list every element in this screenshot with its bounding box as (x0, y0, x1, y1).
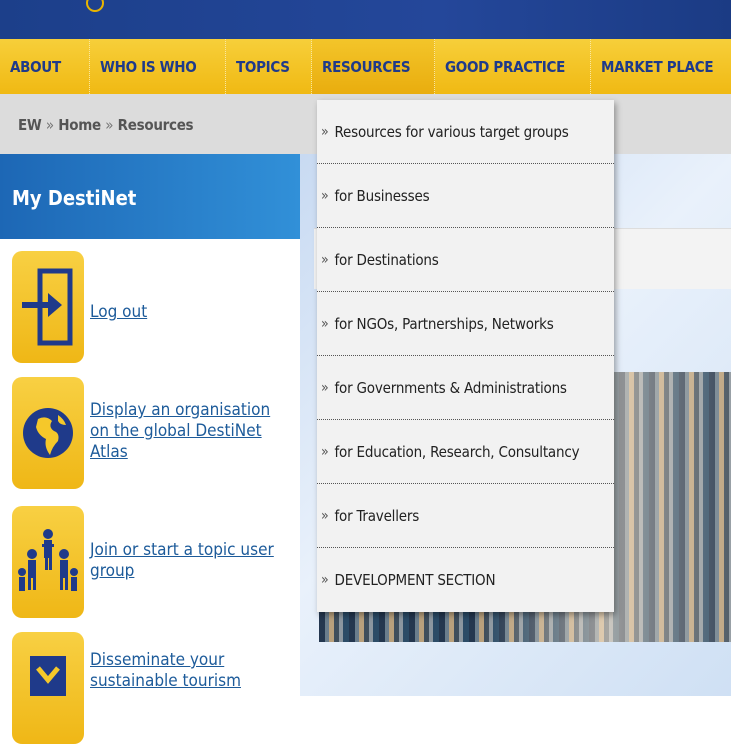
logout-icon[interactable] (12, 251, 84, 363)
dropdown-item-destinations[interactable]: » for Destinations (317, 228, 614, 292)
chevron-right-icon: » (321, 187, 329, 204)
dropdown-item-label: DEVELOPMENT SECTION (334, 571, 496, 589)
sidebar: My DestiNet Log out Display an organisat… (0, 154, 300, 744)
sidebar-title: My DestiNet (12, 186, 137, 210)
breadcrumb-separator: » (105, 116, 114, 134)
breadcrumb-separator: » (45, 116, 54, 134)
dropdown-item-label: Resources for various target groups (334, 122, 569, 141)
breadcrumb-ew[interactable]: EW (18, 116, 42, 134)
nav-resources[interactable]: RESOURCES (312, 39, 435, 94)
dropdown-item-label: for Travellers (334, 506, 420, 525)
nav-who-is-who[interactable]: WHO IS WHO (90, 39, 226, 94)
dropdown-item-businesses[interactable]: » for Businesses (317, 164, 614, 228)
my-destinet-header: My DestiNet (0, 154, 300, 239)
chevron-right-icon: » (321, 507, 329, 524)
dropdown-item-target-groups[interactable]: » Resources for various target groups (317, 100, 614, 164)
breadcrumb-home[interactable]: Home (58, 116, 101, 134)
nav-topics[interactable]: TOPICS (226, 39, 312, 94)
site-logo-icon[interactable] (86, 0, 104, 12)
dropdown-item-label: for Destinations (334, 250, 439, 269)
dropdown-item-travellers[interactable]: » for Travellers (317, 484, 614, 548)
dropdown-item-education[interactable]: » for Education, Research, Consultancy (317, 420, 614, 484)
disseminate-icon[interactable] (12, 632, 84, 744)
globe-icon[interactable] (12, 377, 84, 489)
display-organisation-link[interactable]: Display an organisation on the global De… (90, 400, 290, 463)
breadcrumb-resources: Resources (117, 116, 194, 134)
chevron-right-icon: » (321, 379, 329, 396)
chevron-right-icon: » (321, 315, 329, 332)
chevron-right-icon: » (321, 572, 329, 588)
disseminate-link[interactable]: Disseminate your sustainable tourism (90, 650, 290, 692)
chevron-right-icon: » (321, 123, 329, 140)
dropdown-item-label: for NGOs, Partnerships, Networks (334, 314, 554, 333)
nav-market-place[interactable]: MARKET PLACE (591, 39, 731, 94)
nav-about[interactable]: ABOUT (0, 39, 90, 94)
join-topic-group-link[interactable]: Join or start a topic user group (90, 540, 290, 582)
logout-link[interactable]: Log out (90, 302, 290, 323)
resources-dropdown-menu: » Resources for various target groups » … (317, 100, 614, 612)
people-group-icon[interactable] (12, 506, 84, 618)
dropdown-item-label: for Education, Research, Consultancy (334, 442, 580, 461)
dropdown-item-ngos[interactable]: » for NGOs, Partnerships, Networks (317, 292, 614, 356)
nav-good-practice[interactable]: GOOD PRACTICE (435, 39, 591, 94)
dropdown-item-development-section[interactable]: » DEVELOPMENT SECTION (317, 548, 614, 612)
main-nav: ABOUT WHO IS WHO TOPICS RESOURCES GOOD P… (0, 39, 731, 94)
chevron-right-icon: » (321, 443, 329, 460)
dropdown-item-label: for Governments & Administrations (334, 378, 567, 397)
breadcrumb: EW » Home » Resources (18, 116, 194, 134)
dropdown-item-governments[interactable]: » for Governments & Administrations (317, 356, 614, 420)
dropdown-item-label: for Businesses (334, 186, 430, 205)
top-header-strip (0, 0, 731, 39)
chevron-right-icon: » (321, 251, 329, 268)
